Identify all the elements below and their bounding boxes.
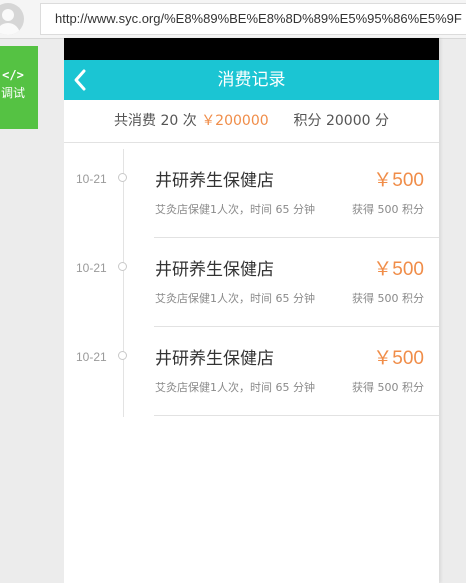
timeline-dot-icon xyxy=(118,262,127,271)
list-item[interactable]: 10-21 井研养生保健店 ￥500 艾灸店保健1人次，时间 65 分钟 获得 … xyxy=(64,149,439,238)
nav-bar: 消费记录 xyxy=(64,60,439,100)
timeline-dot-icon xyxy=(118,173,127,182)
debug-button[interactable]: </> 调试 xyxy=(0,46,38,129)
record-amount: ￥500 xyxy=(373,348,424,369)
record-date: 10-21 xyxy=(76,172,107,186)
back-arrow-icon[interactable] xyxy=(70,60,94,100)
record-shop: 井研养生保健店 xyxy=(155,171,274,191)
record-points: 获得 500 积分 xyxy=(352,203,424,216)
record-shop: 井研养生保健店 xyxy=(155,349,274,369)
record-points: 获得 500 积分 xyxy=(352,381,424,394)
record-body: 井研养生保健店 ￥500 艾灸店保健1人次，时间 65 分钟 获得 500 积分 xyxy=(154,327,439,416)
record-shop: 井研养生保健店 xyxy=(155,260,274,280)
record-date: 10-21 xyxy=(76,261,107,275)
record-description: 艾灸店保健1人次，时间 65 分钟 xyxy=(155,292,315,305)
status-bar xyxy=(64,38,439,60)
page-title: 消费记录 xyxy=(217,70,286,90)
url-input[interactable]: http://www.syc.org/%E8%89%BE%E8%8D%89%E5… xyxy=(40,3,466,35)
record-amount: ￥500 xyxy=(373,170,424,191)
record-description: 艾灸店保健1人次，时间 65 分钟 xyxy=(155,203,315,216)
record-date: 10-21 xyxy=(76,350,107,364)
phone-screen: 消费记录 共消费 20 次 ￥200000 积分 20000 分 10-21 井… xyxy=(64,38,439,583)
debug-label: 调试 xyxy=(0,86,25,100)
browser-address-bar: http://www.syc.org/%E8%89%BE%E8%8D%89%E5… xyxy=(0,0,466,39)
code-icon: </> xyxy=(2,68,24,82)
consumption-count: 共消费 20 次 xyxy=(114,113,197,129)
timeline-dot-icon xyxy=(118,351,127,360)
user-avatar-icon[interactable] xyxy=(0,3,24,35)
record-body: 井研养生保健店 ￥500 艾灸店保健1人次，时间 65 分钟 获得 500 积分 xyxy=(154,149,439,238)
record-points: 获得 500 积分 xyxy=(352,292,424,305)
consumption-total: ￥200000 xyxy=(201,113,269,129)
record-list: 10-21 井研养生保健店 ￥500 艾灸店保健1人次，时间 65 分钟 获得 … xyxy=(64,143,439,417)
list-item[interactable]: 10-21 井研养生保健店 ￥500 艾灸店保健1人次，时间 65 分钟 获得 … xyxy=(64,238,439,327)
points-total: 积分 20000 分 xyxy=(293,113,389,129)
list-item[interactable]: 10-21 井研养生保健店 ￥500 艾灸店保健1人次，时间 65 分钟 获得 … xyxy=(64,327,439,416)
record-body: 井研养生保健店 ￥500 艾灸店保健1人次，时间 65 分钟 获得 500 积分 xyxy=(154,238,439,327)
record-description: 艾灸店保健1人次，时间 65 分钟 xyxy=(155,381,315,394)
consumption-summary: 共消费 20 次 ￥200000 积分 20000 分 xyxy=(64,100,439,143)
record-amount: ￥500 xyxy=(373,259,424,280)
